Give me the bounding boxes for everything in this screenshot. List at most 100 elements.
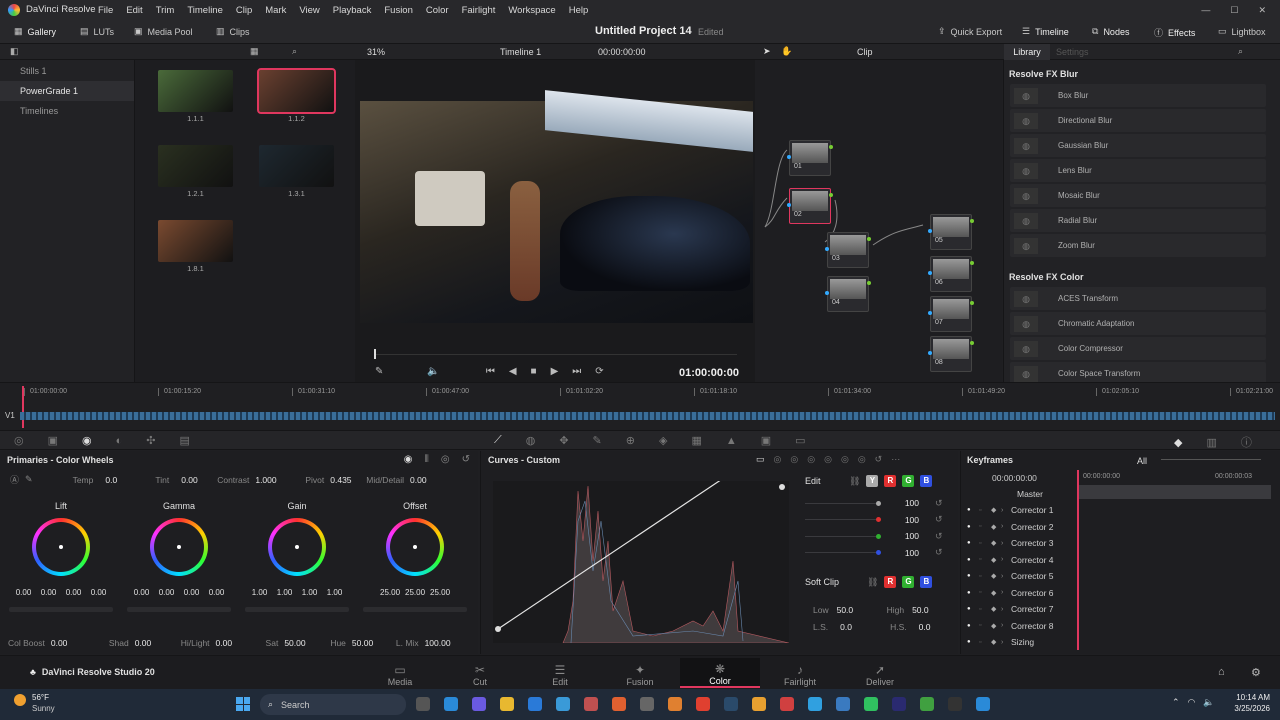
still-item[interactable]: 1.8.1: [158, 220, 233, 273]
intensity-field[interactable]: 100: [889, 531, 919, 541]
app-icon[interactable]: [696, 697, 710, 711]
start-icon[interactable]: [236, 697, 250, 711]
intensity-field[interactable]: 100: [889, 498, 919, 508]
intensity-reset-icon[interactable]: ↺: [935, 547, 943, 558]
library-search-icon[interactable]: ⌕: [1238, 46, 1243, 57]
keyframe-diamond-icon[interactable]: ◆: [991, 589, 1001, 597]
sidebar-toggle-icon[interactable]: ◧: [10, 46, 19, 57]
wheel-master-slider[interactable]: [363, 607, 467, 612]
node-output-dot[interactable]: [829, 145, 833, 149]
lock-icon[interactable]: ▫: [979, 507, 991, 514]
wheel-master-slider[interactable]: [9, 607, 113, 612]
library-section-header[interactable]: Resolve FX Color: [1004, 267, 1280, 287]
color-match-icon[interactable]: ▣: [48, 434, 58, 447]
menu-item-clip[interactable]: Clip: [236, 5, 252, 16]
menu-item-timeline[interactable]: Timeline: [187, 5, 223, 16]
clips-button[interactable]: ▥ Clips: [216, 26, 250, 37]
keyframe-row[interactable]: ● ▫ ◆ › Corrector 5: [967, 568, 1077, 585]
still-item[interactable]: 1.2.1: [158, 145, 233, 198]
wheel-value-field[interactable]: 1.00: [300, 588, 320, 597]
menu-item-fairlight[interactable]: Fairlight: [462, 5, 496, 16]
wheel-value-field[interactable]: 0.00: [157, 588, 177, 597]
curve-point-white[interactable]: [779, 484, 785, 490]
expand-chevron-icon[interactable]: ›: [1001, 507, 1011, 514]
lock-icon[interactable]: ▫: [979, 573, 991, 580]
home-icon[interactable]: ⌂: [1218, 666, 1225, 678]
fx-item-zoom-blur[interactable]: ◍ Zoom Blur: [1010, 234, 1266, 257]
library-section-header[interactable]: Resolve FX Blur: [1004, 64, 1280, 84]
window-icon[interactable]: ✎: [593, 434, 602, 447]
keyframe-row[interactable]: ● ▫ ◆ › Corrector 1: [967, 502, 1077, 519]
wifi-icon[interactable]: ◠: [1188, 697, 1196, 708]
hue-field[interactable]: 50.00: [352, 638, 390, 648]
keyframe-diamond-icon[interactable]: ◆: [991, 506, 1001, 514]
curve-hue-lum-icon[interactable]: ◎: [807, 454, 815, 465]
keyframe-row[interactable]: ● ▫ ◆ › Corrector 2: [967, 519, 1077, 536]
channel-toggle-r[interactable]: R: [884, 576, 897, 588]
fx-item-radial-blur[interactable]: ◍ Radial Blur: [1010, 209, 1266, 232]
intensity-reset-icon[interactable]: ↺: [935, 514, 943, 525]
wheel-control[interactable]: [268, 518, 326, 576]
keyframe-diamond-icon[interactable]: ◆: [991, 572, 1001, 580]
wheel-control[interactable]: [386, 518, 444, 576]
node-05[interactable]: 05: [928, 214, 974, 250]
tint-field[interactable]: 0.00: [181, 475, 211, 485]
hand-icon[interactable]: ✋: [781, 46, 792, 57]
timeline-selector[interactable]: Timeline 1: [500, 47, 541, 57]
expand-chevron-icon[interactable]: ›: [1001, 573, 1011, 580]
after-effects-icon[interactable]: [892, 697, 906, 711]
lock-icon[interactable]: ▫: [979, 622, 991, 629]
wheel-value-field[interactable]: 25.00: [380, 588, 400, 597]
curve-reset-icon[interactable]: ↺: [875, 454, 883, 465]
channel-toggle-r[interactable]: R: [884, 475, 897, 487]
curve-mode-icon[interactable]: ▭: [756, 454, 765, 465]
intensity-slider[interactable]: [805, 550, 881, 556]
lock-icon[interactable]: ▫: [979, 540, 991, 547]
opera-icon[interactable]: [780, 697, 794, 711]
lock-icon[interactable]: ▫: [979, 589, 991, 596]
camera-raw-icon[interactable]: ◎: [14, 434, 24, 447]
store-icon[interactable]: [528, 697, 542, 711]
photos-icon[interactable]: [556, 697, 570, 711]
color-warper-icon[interactable]: ◍: [526, 434, 536, 447]
wheel-value-field[interactable]: 25.00: [405, 588, 425, 597]
sidebar-item-timelines[interactable]: Timelines: [0, 101, 134, 121]
channel-toggle-g[interactable]: G: [902, 576, 915, 588]
channel-toggle-b[interactable]: B: [920, 475, 933, 487]
channel-toggle-y[interactable]: Y: [866, 475, 879, 487]
wheel-value-field[interactable]: 1.00: [275, 588, 295, 597]
app-icon[interactable]: [864, 697, 878, 711]
keyframe-diamond-icon[interactable]: ◆: [991, 523, 1001, 531]
intensity-reset-icon[interactable]: ↺: [935, 498, 943, 509]
curve-hue-sat-icon[interactable]: ◎: [790, 454, 798, 465]
tab-library[interactable]: Library: [1004, 44, 1050, 60]
keyframe-row[interactable]: ● ▫ ◆ › Corrector 3: [967, 535, 1077, 552]
node-output-dot[interactable]: [970, 301, 974, 305]
resolve-task-icon[interactable]: [948, 697, 962, 711]
wheel-value-field[interactable]: 1.00: [250, 588, 270, 597]
contrast-field[interactable]: 1.000: [255, 475, 289, 485]
hs-field[interactable]: 0.0: [919, 622, 931, 632]
wheel-center-dot[interactable]: [59, 545, 63, 549]
node-04[interactable]: 04: [825, 276, 871, 312]
channel-link-icon[interactable]: ⛓: [849, 476, 860, 487]
curve-graph[interactable]: [493, 481, 789, 643]
node-06[interactable]: 06: [928, 256, 974, 292]
expand-chevron-icon[interactable]: ›: [1001, 540, 1011, 547]
zoom-level[interactable]: 31%: [367, 47, 385, 57]
wheel-center-dot[interactable]: [295, 545, 299, 549]
menu-item-mark[interactable]: Mark: [265, 5, 286, 16]
menu-item-fusion[interactable]: Fusion: [384, 5, 413, 16]
reset-icon[interactable]: ↺: [462, 454, 470, 465]
wheel-value-field[interactable]: 1.00: [325, 588, 345, 597]
curve-menu-icon[interactable]: ⋯: [891, 454, 900, 465]
viewer-frame[interactable]: [360, 90, 753, 323]
expand-chevron-icon[interactable]: ›: [1001, 523, 1011, 530]
curve-lum-sat-icon[interactable]: ◎: [824, 454, 832, 465]
temp-field[interactable]: 0.0: [105, 475, 135, 485]
expand-chevron-icon[interactable]: ›: [1001, 589, 1011, 596]
channel-toggle-g[interactable]: G: [902, 475, 915, 487]
discord-icon[interactable]: [472, 697, 486, 711]
menu-item-workspace[interactable]: Workspace: [508, 5, 555, 16]
intensity-slider[interactable]: [805, 517, 881, 523]
